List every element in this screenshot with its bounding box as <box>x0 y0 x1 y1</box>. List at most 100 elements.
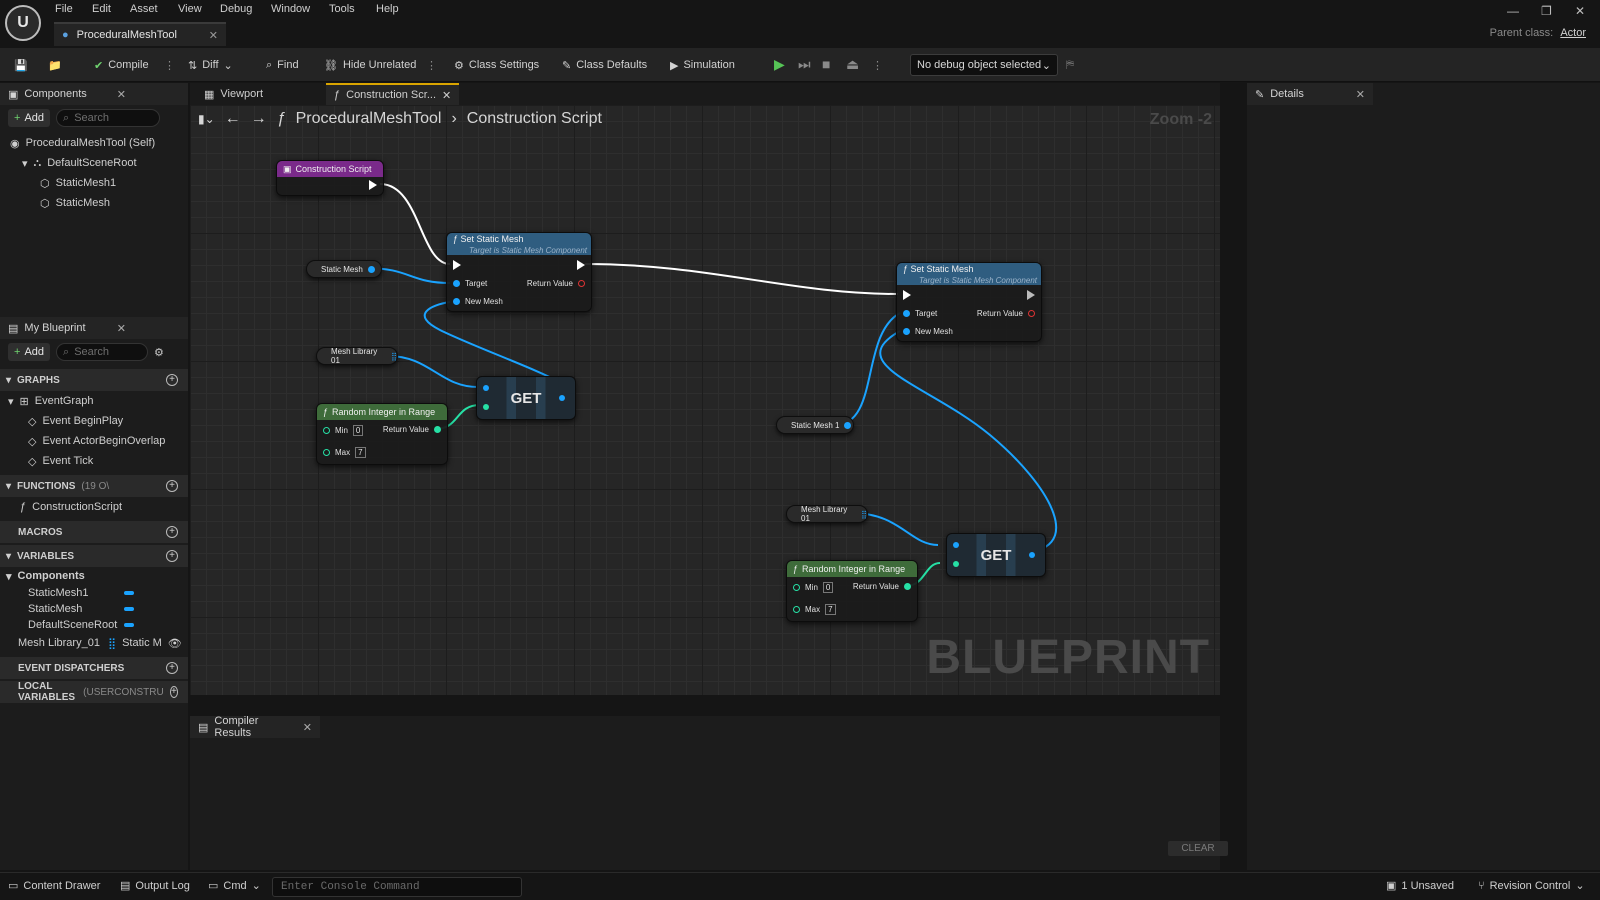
restore-icon[interactable]: ❐ <box>1541 4 1552 18</box>
menu-asset[interactable]: Asset <box>130 3 158 15</box>
debug-object-select[interactable]: No debug object selected ⌄ <box>910 54 1058 76</box>
item-out-pin[interactable] <box>559 395 565 401</box>
document-tab[interactable]: ● ProceduralMeshTool ✕ <box>54 22 226 46</box>
forward-arrow-icon[interactable]: → <box>251 110 267 128</box>
tab-viewport[interactable]: ▦ Viewport <box>196 83 271 105</box>
min-pin[interactable]: Min 0 <box>323 425 364 436</box>
new-mesh-pin[interactable]: New Mesh <box>903 327 953 336</box>
cmd-dropdown[interactable]: ▭ Cmd ⌄ <box>208 879 261 893</box>
browse-icon[interactable]: 📁 <box>48 55 62 75</box>
save-icon[interactable]: 💾 <box>14 55 28 75</box>
hide-unrelated-button[interactable]: ⛓ Hide Unrelated <box>324 55 416 75</box>
event-graph-item[interactable]: ▾ ⊞ EventGraph <box>0 391 188 411</box>
item-out-pin[interactable] <box>1029 552 1035 558</box>
stop-icon[interactable]: ■ <box>822 56 830 72</box>
unsaved-button[interactable]: ▣ 1 Unsaved <box>1386 879 1454 893</box>
index-in-pin[interactable] <box>953 561 959 567</box>
menu-view[interactable]: View <box>178 3 202 15</box>
new-mesh-pin[interactable]: New Mesh <box>453 297 503 306</box>
class-defaults-button[interactable]: ✎ Class Defaults <box>562 55 647 75</box>
local-variables-section[interactable]: LOCAL VARIABLES (USERCONSTRU + <box>0 681 188 703</box>
exec-out-pin[interactable] <box>369 180 377 190</box>
play-options-icon[interactable]: ⋮ <box>872 59 883 72</box>
functions-section[interactable]: ▾ FUNCTIONS (19 O\ + <box>0 475 188 497</box>
details-tab[interactable]: ✎ Details ✕ <box>1247 83 1373 105</box>
return-value-pin[interactable]: Return Value <box>383 425 441 434</box>
content-drawer-button[interactable]: ▭ Content Drawer <box>8 879 100 893</box>
variable-item[interactable]: DefaultSceneRoot <box>0 617 188 633</box>
add-graph-icon[interactable]: + <box>166 374 178 386</box>
close-icon[interactable]: ✕ <box>117 88 126 101</box>
set-static-mesh-node[interactable]: ƒ Set Static Mesh Target is Static Mesh … <box>896 262 1042 342</box>
step-icon[interactable]: ⏭ <box>798 56 811 73</box>
unreal-logo-icon[interactable]: U <box>5 5 41 41</box>
macros-section[interactable]: MACROS + <box>0 521 188 543</box>
tree-item-self[interactable]: ◉ ProceduralMeshTool (Self) <box>0 133 188 153</box>
return-value-pin[interactable]: Return Value <box>977 309 1035 318</box>
bookmark-icon[interactable]: ▮⌄ <box>198 112 215 126</box>
array-in-pin[interactable] <box>953 542 959 548</box>
array-get-node[interactable]: GET <box>946 533 1046 577</box>
exec-in-pin[interactable] <box>453 260 461 270</box>
add-dispatcher-icon[interactable]: + <box>166 662 178 674</box>
return-value-pin[interactable]: Return Value <box>853 582 911 591</box>
max-pin[interactable]: Max 7 <box>793 604 836 615</box>
back-arrow-icon[interactable]: ← <box>225 110 241 128</box>
close-window-icon[interactable]: ✕ <box>1575 4 1585 18</box>
my-blueprint-tab[interactable]: ▤ My Blueprint ✕ <box>0 317 188 339</box>
eye-icon[interactable]: 👁 <box>168 637 182 650</box>
class-settings-button[interactable]: ⚙ Class Settings <box>454 55 539 75</box>
gear-icon[interactable]: ⚙ <box>154 346 164 359</box>
revision-control-button[interactable]: ⑂ Revision Control ⌄ <box>1478 879 1585 893</box>
components-category[interactable]: ▾ Components <box>0 567 188 585</box>
random-integer-node[interactable]: ƒ Random Integer in Range Min 0 Return Va… <box>316 403 448 465</box>
target-pin[interactable]: Target <box>903 309 937 318</box>
close-icon[interactable]: ✕ <box>1356 88 1365 101</box>
exec-out-pin[interactable] <box>577 260 585 270</box>
static-mesh-variable-node[interactable]: Static Mesh <box>306 260 382 278</box>
max-pin[interactable]: Max 7 <box>323 447 366 458</box>
exec-out-pin[interactable] <box>1027 290 1035 300</box>
eject-icon[interactable]: ⏏ <box>846 56 859 73</box>
event-item[interactable]: ◇ Event BeginPlay <box>0 411 188 431</box>
add-macro-icon[interactable]: + <box>166 526 178 538</box>
components-tab[interactable]: ▣ Components ✕ <box>0 83 188 105</box>
construction-script-node[interactable]: ▣ Construction Script <box>276 160 384 196</box>
add-component-button[interactable]: + Add <box>8 109 51 127</box>
add-variable-icon[interactable]: + <box>166 550 178 562</box>
mesh-library-variable-node[interactable]: Mesh Library 01 ⣿ <box>786 505 868 523</box>
event-item[interactable]: ◇ Event ActorBeginOverlap <box>0 431 188 451</box>
min-value-input[interactable]: 0 <box>822 582 834 593</box>
compiler-results-tab[interactable]: ▤ Compiler Results ✕ <box>190 715 320 739</box>
diff-button[interactable]: ⇅ Diff ⌄ <box>188 55 233 75</box>
console-command-input[interactable]: Enter Console Command <box>272 877 522 897</box>
tree-item-default-scene-root[interactable]: ▾ ⛬ DefaultSceneRoot <box>0 153 188 173</box>
index-in-pin[interactable] <box>483 404 489 410</box>
target-pin[interactable]: Target <box>453 279 487 288</box>
function-item[interactable]: ƒ ConstructionScript <box>0 497 188 517</box>
menu-tools[interactable]: Tools <box>329 3 355 15</box>
array-in-pin[interactable] <box>483 385 489 391</box>
find-button[interactable]: ⌕ Find <box>266 55 299 75</box>
event-dispatchers-section[interactable]: EVENT DISPATCHERS + <box>0 657 188 679</box>
tree-item-staticmesh[interactable]: ⬡ StaticMesh <box>0 193 188 213</box>
return-value-pin[interactable]: Return Value <box>527 279 585 288</box>
tree-item-staticmesh1[interactable]: ⬡ StaticMesh1 <box>0 173 188 193</box>
graph-canvas[interactable]: ▮⌄ ← → ƒ ProceduralMeshTool › Constructi… <box>190 105 1220 695</box>
mesh-library-variable-node[interactable]: Mesh Library 01 ⣿ <box>316 347 398 365</box>
add-local-variable-icon[interactable]: + <box>169 686 178 698</box>
variable-item[interactable]: StaticMesh1 <box>0 585 188 601</box>
max-value-input[interactable]: 7 <box>355 447 366 458</box>
variable-item-mesh-library[interactable]: Mesh Library_01 ⣿ Static M 👁 <box>0 633 188 653</box>
close-tab-icon[interactable]: ✕ <box>209 29 218 42</box>
components-search-input[interactable]: ⌕ Search <box>56 109 161 127</box>
min-value-input[interactable]: 0 <box>352 425 364 436</box>
close-icon[interactable]: ✕ <box>303 721 312 734</box>
parent-class-link[interactable]: Actor <box>1560 27 1586 39</box>
graphs-section[interactable]: ▾ GRAPHS + <box>0 369 188 391</box>
tab-construction-script[interactable]: ƒ Construction Scr... ✕ <box>326 83 460 105</box>
menu-window[interactable]: Window <box>271 3 310 15</box>
array-get-node[interactable]: GET <box>476 376 576 420</box>
compile-button[interactable]: ✔ Compile <box>94 55 149 75</box>
event-item[interactable]: ◇ Event Tick <box>0 451 188 471</box>
